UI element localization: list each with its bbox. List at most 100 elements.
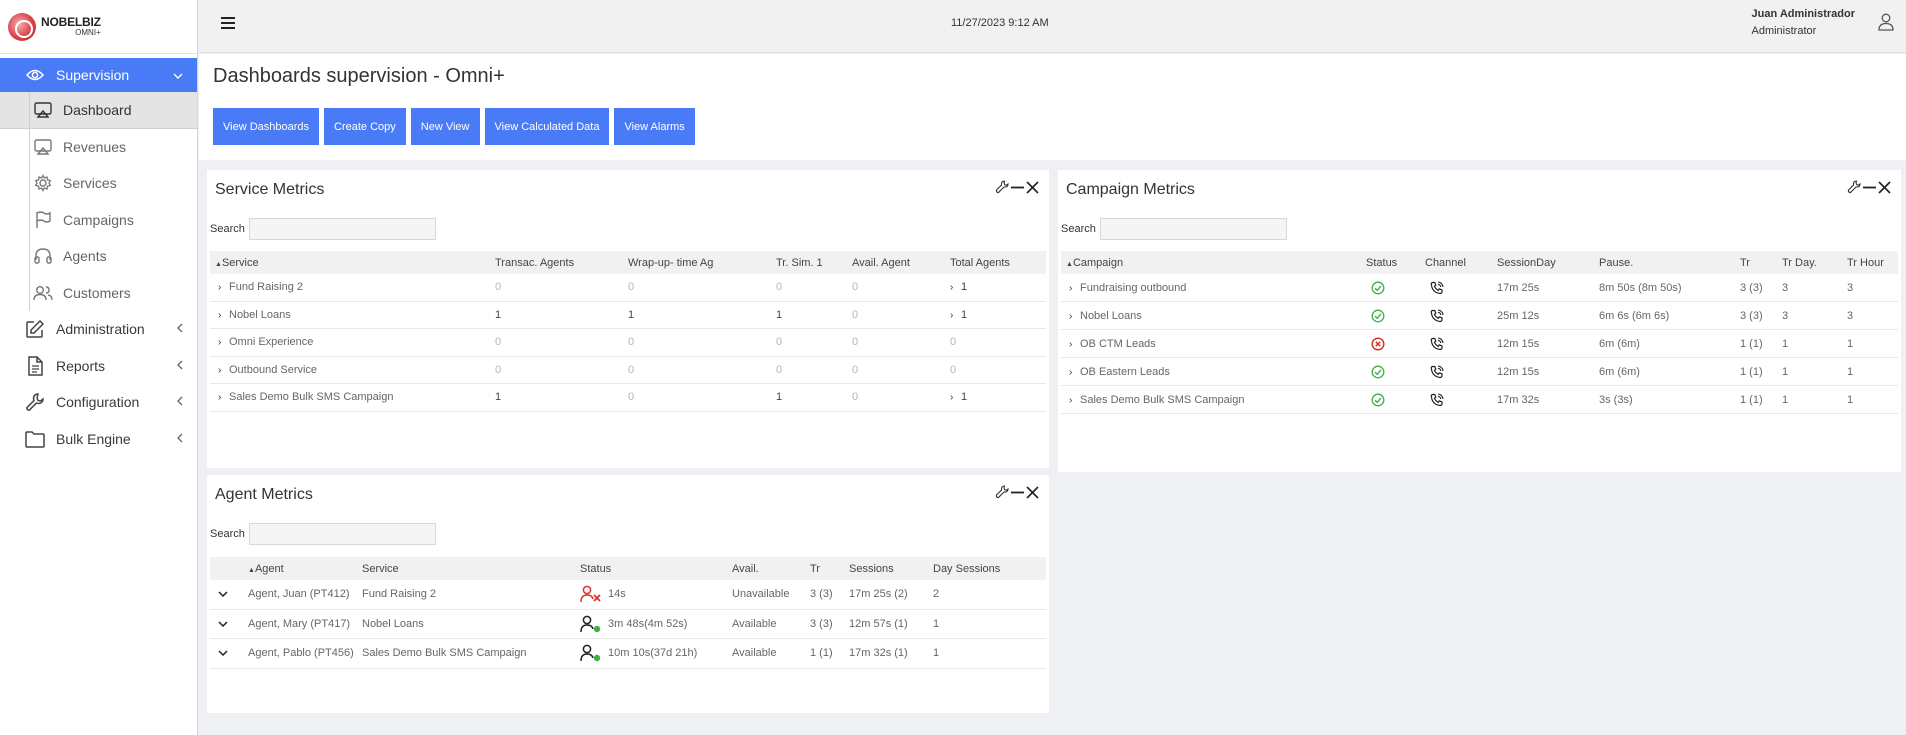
column-header-tr-hour[interactable]: Tr Hour bbox=[1847, 257, 1897, 269]
wrench-icon[interactable] bbox=[1847, 180, 1861, 199]
sidebar-item-revenues[interactable]: Revenues bbox=[0, 129, 197, 166]
column-header-tr-day[interactable]: Tr Day. bbox=[1782, 257, 1847, 269]
column-header-tr-sim[interactable]: Tr. Sim. 1 bbox=[776, 257, 852, 269]
user-profile-icon[interactable] bbox=[1878, 13, 1894, 36]
close-icon[interactable] bbox=[1026, 180, 1039, 199]
column-header-tr[interactable]: Tr bbox=[810, 563, 849, 575]
column-header-tr[interactable]: Tr bbox=[1740, 257, 1782, 269]
chevron-right-icon[interactable]: › bbox=[950, 310, 961, 321]
campaign-search-input[interactable] bbox=[1099, 218, 1287, 240]
metric-cell: 0 bbox=[776, 281, 783, 294]
column-header-service[interactable]: Service bbox=[362, 563, 580, 575]
table-row[interactable]: › Outbound Service 0 0 0 0 0 bbox=[210, 357, 1046, 384]
chevron-down-icon[interactable] bbox=[218, 650, 248, 657]
tr-hour-cell: 1 bbox=[1847, 337, 1854, 350]
sidebar-item-dashboard[interactable]: Dashboard bbox=[0, 92, 197, 129]
chevron-down-icon[interactable] bbox=[218, 621, 248, 627]
logo[interactable]: NOBELBIZ OMNI+ bbox=[0, 0, 197, 54]
chevron-right-icon[interactable]: › bbox=[1069, 311, 1080, 322]
table-row[interactable]: Agent, Juan (PT412) Fund Raising 2 14s Unav… bbox=[210, 580, 1046, 610]
column-header-campaign[interactable]: ▲Campaign bbox=[1061, 257, 1366, 269]
pause-cell: 6m (6m) bbox=[1599, 365, 1640, 378]
table-row[interactable]: › Fundraising outbound 17m 25s 8m 50s (8m 5… bbox=[1061, 274, 1898, 302]
sidebar-item-administration[interactable]: Administration bbox=[0, 311, 197, 348]
chevron-right-icon[interactable]: › bbox=[1069, 339, 1080, 350]
sidebar-item-configuration[interactable]: Configuration bbox=[0, 384, 197, 421]
column-header-agent[interactable]: ▲Agent bbox=[210, 563, 362, 575]
sidebar-item-reports[interactable]: Reports bbox=[0, 348, 197, 385]
search-row: Search bbox=[1061, 218, 1287, 240]
sidebar-item-customers[interactable]: Customers bbox=[0, 275, 197, 312]
table-row[interactable]: › Sales Demo Bulk SMS Campaign 1 0 1 0 › 1 bbox=[210, 384, 1046, 412]
chevron-right-icon[interactable]: › bbox=[1069, 367, 1080, 378]
sidebar-item-bulk-engine[interactable]: Bulk Engine bbox=[0, 421, 197, 458]
status-cell bbox=[1366, 393, 1425, 407]
column-header-avail-agent[interactable]: Avail. Agent bbox=[852, 257, 950, 269]
sidebar-item-agents[interactable]: Agents bbox=[0, 238, 197, 275]
hamburger-menu-icon[interactable] bbox=[221, 17, 235, 29]
column-header-total-agents[interactable]: Total Agents bbox=[950, 257, 1040, 269]
table-row[interactable]: Agent, Pablo (PT456) Sales Demo Bulk SMS … bbox=[210, 639, 1046, 669]
chevron-right-icon[interactable]: › bbox=[950, 392, 961, 403]
column-header-channel[interactable]: Channel bbox=[1425, 257, 1497, 269]
chevron-right-icon[interactable]: › bbox=[218, 337, 229, 348]
close-icon[interactable] bbox=[1878, 180, 1891, 199]
wrench-icon[interactable] bbox=[995, 485, 1009, 504]
chevron-right-icon[interactable]: › bbox=[218, 282, 229, 293]
panel-tools bbox=[995, 485, 1039, 504]
metric-cell: 0 bbox=[628, 336, 635, 349]
service-name: Omni Experience bbox=[229, 336, 314, 349]
column-header-sessions[interactable]: Sessions bbox=[849, 563, 933, 575]
chevron-right-icon[interactable]: › bbox=[218, 310, 229, 321]
table-row[interactable]: › Nobel Loans 25m 12s 6m 6s (6m 6s) 3 (3) 3 3 bbox=[1061, 302, 1898, 330]
new-view-button[interactable]: New View bbox=[410, 108, 480, 145]
column-header-status[interactable]: Status bbox=[580, 563, 732, 575]
column-header-wrapup-time[interactable]: Wrap-up- time Ag bbox=[628, 257, 776, 269]
channel-cell bbox=[1425, 308, 1497, 323]
chevron-down-icon[interactable] bbox=[218, 591, 248, 598]
tr-cell: 1 (1) bbox=[1740, 393, 1763, 406]
table-row[interactable]: › Nobel Loans 1 1 1 0 › 1 bbox=[210, 302, 1046, 329]
monitor-icon bbox=[33, 100, 53, 120]
toolbar: View Dashboards Create Copy New View Vie… bbox=[213, 108, 695, 145]
create-copy-button[interactable]: Create Copy bbox=[324, 108, 406, 145]
view-alarms-button[interactable]: View Alarms bbox=[614, 108, 695, 145]
chevron-right-icon[interactable]: › bbox=[218, 392, 229, 403]
sidebar-item-services[interactable]: Services bbox=[0, 165, 197, 202]
column-header-pause[interactable]: Pause. bbox=[1599, 257, 1740, 269]
sidebar-item-campaigns[interactable]: Campaigns bbox=[0, 202, 197, 239]
wrench-icon[interactable] bbox=[995, 180, 1009, 199]
agent-search-input[interactable] bbox=[248, 523, 436, 545]
close-icon[interactable] bbox=[1026, 485, 1039, 504]
table-row[interactable]: › OB Eastern Leads 12m 15s 6m (6m) 1 (1) 1 1 bbox=[1061, 358, 1898, 386]
table-row[interactable]: › Sales Demo Bulk SMS Campaign 17m 32s 3s (… bbox=[1061, 386, 1898, 414]
total-agents-value: 1 bbox=[961, 308, 968, 321]
top-header: 11/27/2023 9:12 AM Juan Administrador Ad… bbox=[199, 0, 1906, 53]
chevron-right-icon[interactable]: › bbox=[1069, 283, 1080, 294]
minimize-icon[interactable] bbox=[1863, 181, 1876, 199]
agent-status-time: 10m 10s(37d 21h) bbox=[608, 647, 698, 660]
column-header-transac-agents[interactable]: Transac. Agents bbox=[495, 257, 628, 269]
view-dashboards-button[interactable]: View Dashboards bbox=[213, 108, 320, 145]
chevron-right-icon[interactable]: › bbox=[1069, 395, 1080, 406]
user-info[interactable]: Juan Administrador Administrator bbox=[1752, 6, 1856, 40]
column-header-avail[interactable]: Avail. bbox=[732, 563, 810, 575]
column-header-service[interactable]: ▲Service bbox=[210, 257, 495, 269]
service-search-input[interactable] bbox=[248, 218, 436, 240]
chevron-right-icon[interactable]: › bbox=[950, 282, 961, 293]
view-calculated-data-button[interactable]: View Calculated Data bbox=[484, 108, 610, 145]
column-header-sessionday[interactable]: SessionDay bbox=[1497, 257, 1599, 269]
table-row[interactable]: › OB CTM Leads 12m 15s 6m (6m) 1 (1) 1 1 bbox=[1061, 330, 1898, 358]
chevron-right-icon[interactable]: › bbox=[218, 365, 229, 376]
column-header-status[interactable]: Status bbox=[1366, 257, 1425, 269]
nobelbiz-logo-icon bbox=[8, 12, 36, 41]
column-header-day-sessions[interactable]: Day Sessions bbox=[933, 563, 1013, 575]
table-row[interactable]: › Fund Raising 2 0 0 0 0 › 1 bbox=[210, 274, 1046, 302]
avail-cell: Available bbox=[732, 647, 777, 660]
minimize-icon[interactable] bbox=[1011, 181, 1024, 199]
table-row[interactable]: › Omni Experience 0 0 0 0 0 bbox=[210, 329, 1046, 357]
minimize-icon[interactable] bbox=[1011, 486, 1024, 504]
channel-cell bbox=[1425, 392, 1497, 407]
table-row[interactable]: Agent, Mary (PT417) Nobel Loans 3m 48s(4m … bbox=[210, 610, 1046, 639]
sidebar-item-supervision[interactable]: Supervision bbox=[0, 58, 197, 92]
